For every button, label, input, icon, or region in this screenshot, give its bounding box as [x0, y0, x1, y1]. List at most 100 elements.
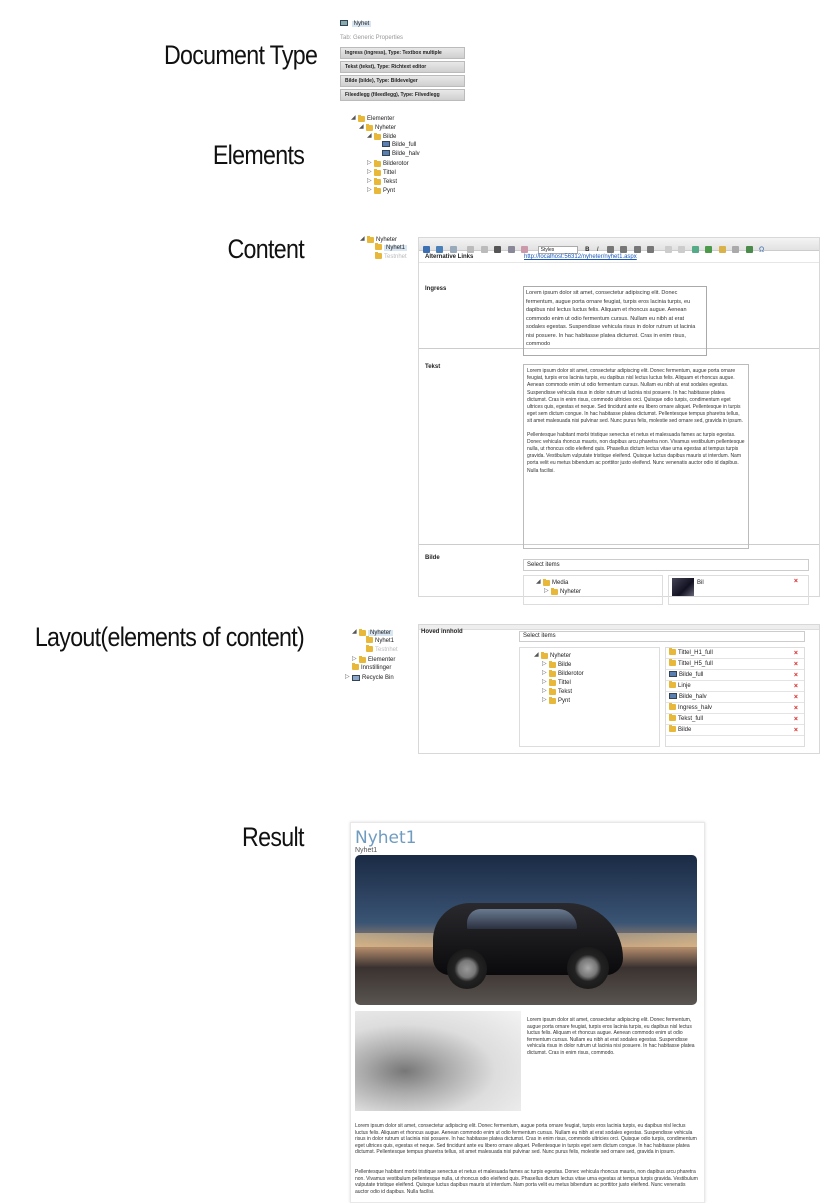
collapsed-arrow-icon[interactable]: ▷	[542, 696, 549, 705]
ingress-textarea[interactable]: Lorem ipsum dolor sit amet, consectetur …	[523, 286, 707, 356]
tree-item-label: Bilde	[383, 134, 397, 141]
layout-panel: Hoved innhold Select items ◢ Nyheter ▷ Bild…	[418, 624, 820, 754]
ingress-label: Ingress	[425, 286, 447, 292]
tree-item[interactable]: Innstillinger	[345, 663, 420, 673]
result-page: Nyhet1 Nyhet1 Lorem ipsum dolor sit amet…	[350, 822, 705, 1203]
expanded-arrow-icon[interactable]: ◢	[352, 628, 359, 637]
doctype-property[interactable]: Bilde (bilde), Type: Bildevelger	[340, 75, 465, 87]
remove-icon[interactable]: ×	[794, 648, 798, 659]
remove-icon[interactable]: ×	[794, 670, 798, 681]
tekst-paragraph: Lorem ipsum dolor sit amet, consectetur …	[527, 368, 743, 425]
expanded-arrow-icon[interactable]: ◢	[536, 578, 543, 587]
tree-item[interactable]: Testnhet	[352, 252, 422, 262]
car-wheel-front	[567, 947, 609, 989]
tree-item[interactable]: ▷ Tittel	[526, 678, 653, 687]
image-icon	[669, 693, 677, 700]
doctype-property[interactable]: Fileedlegg (fileedlegg), Type: Filvedleg…	[340, 89, 465, 101]
tree-item[interactable]: ◢ Nyheter	[345, 628, 420, 637]
expanded-arrow-icon[interactable]: ◢	[359, 123, 366, 132]
tree-item[interactable]: ▷ Bilderotor	[526, 669, 653, 678]
expanded-arrow-icon[interactable]: ◢	[534, 651, 541, 660]
tree-item-label: Elementer	[368, 657, 396, 664]
tree-item[interactable]: ◢ Nyheter	[526, 651, 653, 660]
tree-item-label: Nyheter	[375, 125, 397, 132]
collapsed-arrow-icon[interactable]: ▷	[542, 669, 549, 678]
collapsed-arrow-icon[interactable]: ▷	[367, 168, 374, 177]
selected-item[interactable]: Tittel_H1_full ×	[666, 648, 804, 659]
tree-item[interactable]: ◢ Media	[528, 578, 658, 587]
expanded-arrow-icon[interactable]: ◢	[367, 132, 374, 141]
result-paragraph: Lorem ipsum dolor sit amet, consectetur …	[355, 1123, 697, 1155]
collapsed-arrow-icon[interactable]: ▷	[367, 177, 374, 186]
tree-item-label: Nyhet1	[384, 245, 408, 251]
tree-item[interactable]: ▷ Recycle Bin	[345, 673, 420, 682]
tree-item[interactable]: ◢ Elementer	[343, 114, 473, 123]
selected-item[interactable]: Bilde ×	[666, 725, 804, 736]
tree-item[interactable]: Nyhet1	[345, 636, 420, 646]
tree-item[interactable]: ◢ Nyheter	[352, 235, 422, 244]
tree-item-label: Pynt	[558, 698, 571, 705]
remove-icon[interactable]: ×	[794, 714, 798, 725]
tekst-richtext[interactable]: Lorem ipsum dolor sit amet, consectetur …	[523, 364, 749, 549]
tree-item-label: Bilde_halv	[392, 151, 420, 157]
tree-item-label: Nyheter	[560, 589, 582, 596]
collapsed-arrow-icon[interactable]: ▷	[367, 186, 374, 195]
tree-item-label: Nyheter	[376, 237, 398, 244]
tree-item[interactable]: ▷ Nyheter	[528, 587, 658, 596]
alt-links-url[interactable]: http://localhost:56312/nyheter/nyhet1.as…	[524, 254, 637, 260]
selected-item-label: Tekst_full	[678, 716, 704, 722]
collapsed-arrow-icon[interactable]: ▷	[542, 687, 549, 696]
tree-item[interactable]: ▷ Pynt	[343, 186, 473, 195]
collapsed-arrow-icon[interactable]: ▷	[345, 673, 352, 682]
tree-item[interactable]: ▷ Tekst	[343, 177, 473, 186]
collapsed-arrow-icon[interactable]: ▷	[367, 159, 374, 168]
tree-item[interactable]: ▷ Elementer	[345, 655, 420, 664]
layout-selected-list: Tittel_H1_full × Tittel_H5_full × Bilde_full…	[665, 647, 805, 747]
folder-icon	[669, 725, 676, 733]
tree-item[interactable]: Bilde_full	[343, 141, 473, 150]
car-wheel-rear	[447, 949, 487, 989]
remove-icon[interactable]: ×	[794, 692, 798, 703]
layout-select-items[interactable]: Select items	[519, 631, 805, 642]
tree-item-label: Elementer	[367, 116, 395, 123]
selected-item[interactable]: Tittel_H5_full ×	[666, 659, 804, 670]
expanded-arrow-icon[interactable]: ◢	[360, 235, 367, 244]
tree-item[interactable]: ▷ Tittel	[343, 168, 473, 177]
selected-item[interactable]: Tekst_full ×	[666, 714, 804, 725]
tree-item[interactable]: Bilde_halv	[343, 150, 473, 159]
remove-icon[interactable]: ×	[794, 659, 798, 670]
doctype-property[interactable]: Ingress (ingress), Type: Textbox multipl…	[340, 47, 465, 59]
collapsed-arrow-icon[interactable]: ▷	[542, 678, 549, 687]
tree-item[interactable]: Testnhet	[345, 645, 420, 655]
doctype-property[interactable]: Tekst (tekst), Type: Richtext editor	[340, 61, 465, 73]
tree-item[interactable]: ▷ Tekst	[526, 687, 653, 696]
folder-icon	[375, 252, 382, 260]
remove-icon[interactable]: ×	[794, 681, 798, 692]
tree-item-label: Tekst	[558, 689, 573, 696]
tree-item[interactable]: Nyhet1	[352, 243, 422, 253]
collapsed-arrow-icon[interactable]: ▷	[544, 587, 551, 596]
collapsed-arrow-icon[interactable]: ▷	[542, 660, 549, 669]
bilde-select-items[interactable]: Select items	[523, 559, 809, 571]
tree-item[interactable]: ▷ Bilde	[526, 660, 653, 669]
tree-item[interactable]: ◢ Nyheter	[343, 123, 473, 132]
selected-item[interactable]: Ingress_halv ×	[666, 703, 804, 714]
selected-item[interactable]: Linje ×	[666, 681, 804, 692]
selected-image-label: Bil	[697, 580, 704, 586]
folder-icon	[541, 651, 548, 659]
tree-item-label: Testnhet	[375, 647, 398, 653]
selected-item[interactable]: Bilde_halv ×	[666, 692, 804, 703]
tree-item[interactable]: ▷ Bilderotor	[343, 159, 473, 168]
remove-icon[interactable]: ×	[794, 703, 798, 714]
remove-icon[interactable]: ×	[794, 725, 798, 736]
expanded-arrow-icon[interactable]: ◢	[351, 114, 358, 123]
tekst-paragraph: Pellentesque habitant morbi tristique se…	[527, 431, 745, 474]
tree-item[interactable]: ▷ Pynt	[526, 696, 653, 705]
doctype-tab[interactable]: Tab: Generic Properties	[340, 35, 470, 41]
tree-item[interactable]: ◢ Bilde	[343, 132, 473, 141]
folder-icon	[366, 645, 373, 653]
selected-item-label: Bilde	[678, 727, 692, 733]
remove-icon[interactable]: ×	[794, 578, 798, 585]
selected-item[interactable]: Bilde_full ×	[666, 670, 804, 681]
doctype-node[interactable]: Nyhet	[340, 20, 470, 29]
